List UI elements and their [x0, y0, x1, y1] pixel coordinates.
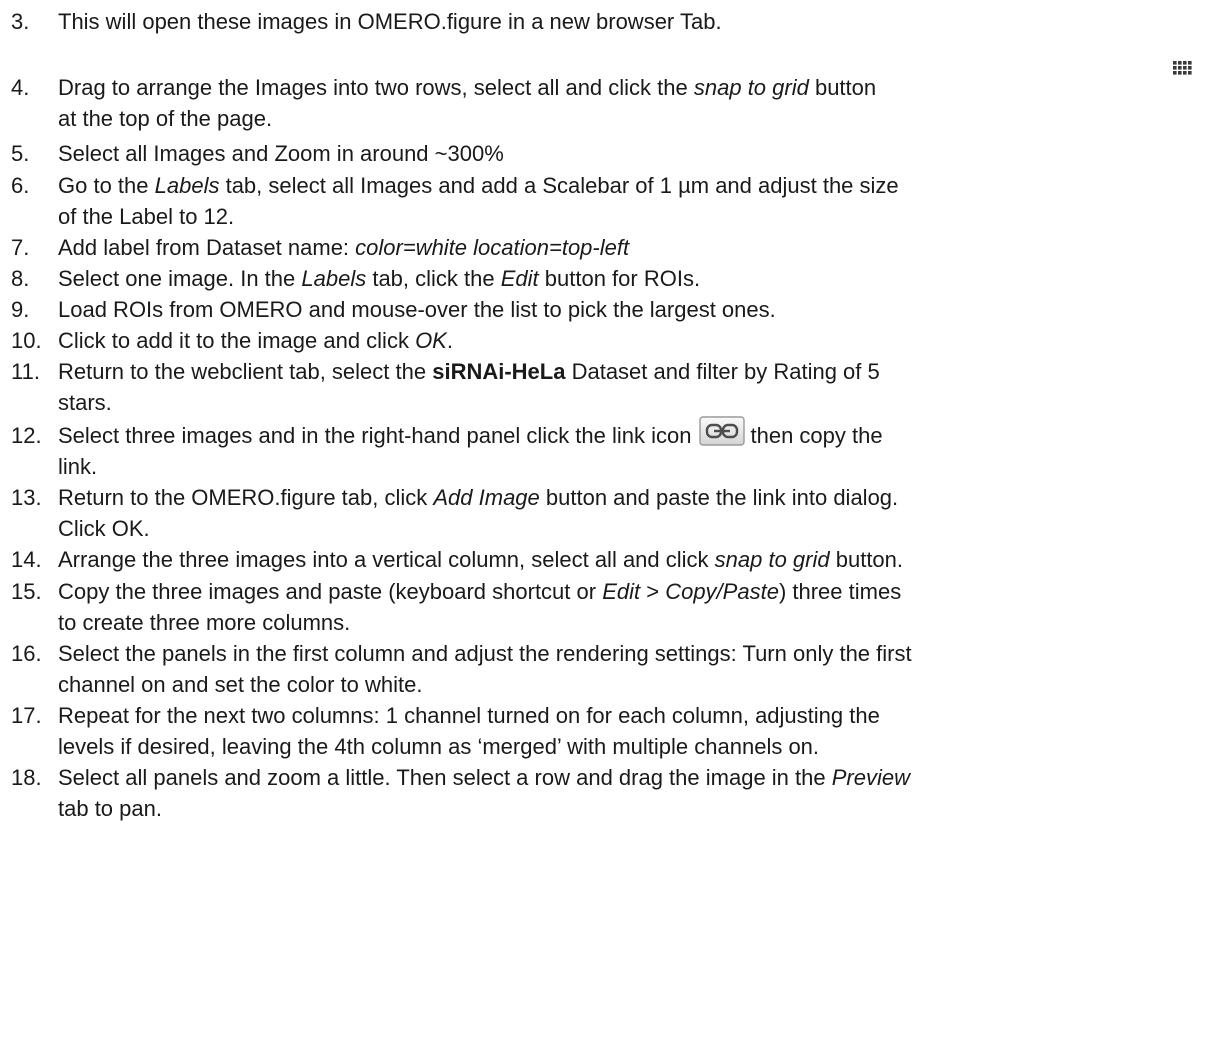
list-number: 12. [11, 423, 42, 448]
text-run: Copy the three images and paste (keyboar… [58, 579, 603, 604]
text-run: . [446, 328, 453, 353]
text-run: Go to the [58, 173, 155, 198]
text-run: Select all Images and Zoom in around ~30… [58, 141, 504, 166]
italic-text: Labels [301, 266, 367, 291]
text-run: Repeat for the next two columns: 1 chann… [58, 703, 880, 728]
list-number: 6. [11, 173, 30, 198]
step-text: Select all Images and Zoom in around ~30… [58, 138, 1188, 169]
italic-text: snap to grid [693, 75, 809, 100]
italic-text: OK [415, 328, 447, 353]
text-run: Arrange the three images into a vertical… [58, 547, 715, 572]
step-text-line-1: Return to the webclient tab, select the … [58, 356, 1188, 387]
step-text: Click to add it to the image and click O… [58, 325, 1188, 356]
text-run: button [808, 75, 877, 100]
italic-text: Labels [154, 173, 220, 198]
step-text-line-2: at the top of the page. [58, 103, 1188, 134]
step-text-line-1: Drag to arrange the Images into two rows… [58, 72, 1188, 103]
step-text-line-1: Select three images and in the right-han… [58, 416, 1188, 451]
list-number: 16. [11, 641, 42, 666]
text-run: Select the panels in the first column an… [58, 641, 912, 666]
step-text-line-2: channel on and set the color to white. [58, 669, 1188, 700]
step-text: Load ROIs from OMERO and mouse-over the … [58, 294, 1188, 325]
text-run: link. [58, 454, 98, 479]
text-run: button for ROIs. [538, 266, 701, 291]
list-number: 15. [11, 579, 42, 604]
italic-text: Copy/Paste [665, 579, 779, 604]
text-run: button and paste the link into dialog. [539, 485, 899, 510]
italic-text: Edit [500, 266, 539, 291]
snap-to-grid-icon [1173, 61, 1192, 75]
step-text-line-1: Repeat for the next two columns: 1 chann… [58, 700, 1188, 731]
list-number: 17. [11, 703, 42, 728]
step-text: Add label from Dataset name: color=white… [58, 232, 1188, 263]
text-run: button. [829, 547, 904, 572]
step-text-line-2: Click OK. [58, 513, 1188, 544]
step-text-line-2: to create three more columns. [58, 607, 1188, 638]
text-run: Return to the OMERO.figure tab, click [58, 485, 434, 510]
text-run: Select three images and in the right-han… [58, 423, 692, 448]
link-icon [699, 416, 746, 446]
text-run: This will open these images in OMERO.fig… [58, 9, 722, 34]
text-run: of the Label to 12. [58, 204, 235, 229]
text-run: tab, click the [366, 266, 501, 291]
step-text-line-1: Copy the three images and paste (keyboar… [58, 576, 1188, 607]
step-text-line-1: Return to the OMERO.figure tab, click Ad… [58, 482, 1188, 513]
step-text-line-2: of the Label to 12. [58, 201, 1188, 232]
text-run: then copy the [750, 423, 883, 448]
text-run: at the top of the page. [58, 106, 273, 131]
step-text-line-1: Select all panels and zoom a little. The… [58, 762, 1188, 793]
text-run: tab, select all Images and add a Scaleba… [219, 173, 899, 198]
list-number: 18. [11, 765, 42, 790]
text-run: Click OK. [58, 516, 150, 541]
step-text: Arrange the three images into a vertical… [58, 544, 1188, 575]
text-run: to create three more columns. [58, 610, 351, 635]
text-run: tab to pan. [58, 796, 162, 821]
text-run: channel on and set the color to white. [58, 672, 423, 697]
text-run: Drag to arrange the Images into two rows… [58, 75, 694, 100]
text-run: Dataset and filter by Rating of 5 [565, 359, 880, 384]
text-run: > [640, 579, 666, 604]
list-number: 11. [11, 359, 40, 384]
text-run: ) three times [778, 579, 902, 604]
italic-text: Preview [831, 765, 910, 790]
step-text-line-1: Select the panels in the first column an… [58, 638, 1188, 669]
list-number: 8. [11, 266, 30, 291]
text-run: Select all panels and zoom a little. The… [58, 765, 832, 790]
text-run: Load ROIs from OMERO and mouse-over the … [58, 297, 776, 322]
step-text-line-2: tab to pan. [58, 793, 1188, 824]
list-number: 14. [11, 547, 42, 572]
italic-text: snap to grid [714, 547, 830, 572]
step-text-line-2: levels if desired, leaving the 4th colum… [58, 731, 1188, 762]
italic-text: Add Image [433, 485, 540, 510]
step-text: Select one image. In the Labels tab, cli… [58, 263, 1188, 294]
text-run: Add label from Dataset name: [58, 235, 356, 260]
list-number: 9. [11, 297, 30, 322]
text-run: stars. [58, 390, 112, 415]
italic-text: color=white location=top-left [355, 235, 630, 260]
list-number: 7. [11, 235, 30, 260]
text-run: Click to add it to the image and click [58, 328, 416, 353]
list-number: 5. [11, 141, 30, 166]
step-text: This will open these images in OMERO.fig… [58, 6, 1188, 37]
list-number: 4. [11, 75, 30, 100]
text-run: levels if desired, leaving the 4th colum… [58, 734, 820, 759]
italic-text: Edit [602, 579, 641, 604]
text-run: Return to the webclient tab, select the [58, 359, 433, 384]
bold-text: siRNAi-HeLa [432, 359, 566, 384]
list-number: 3. [11, 9, 30, 34]
list-number: 13. [11, 485, 42, 510]
step-text-line-2: link. [58, 451, 1188, 482]
list-number: 10. [11, 328, 42, 353]
step-text-line-2: stars. [58, 387, 1188, 418]
step-text-line-1: Go to the Labels tab, select all Images … [58, 170, 1188, 201]
text-run: Select one image. In the [58, 266, 302, 291]
